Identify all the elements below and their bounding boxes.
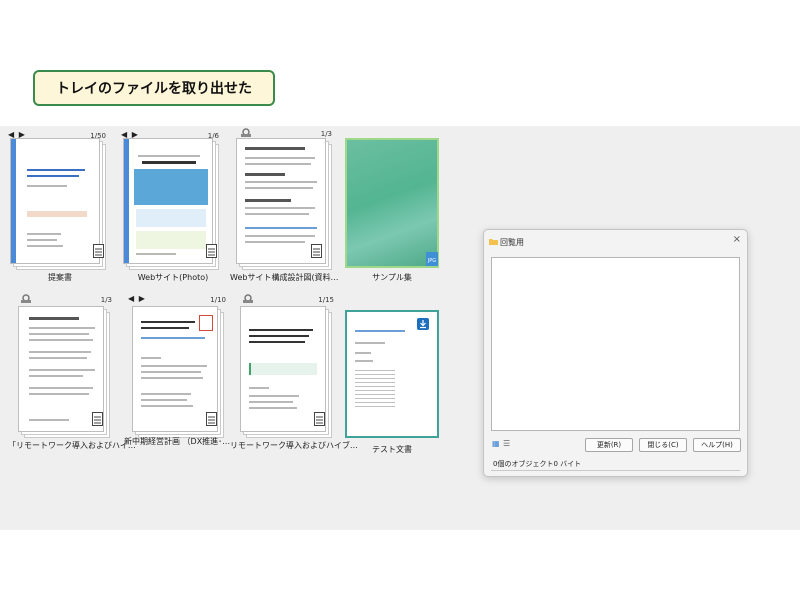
document-icon bbox=[206, 412, 217, 426]
file-card-test-doc[interactable]: テスト文書 bbox=[345, 310, 440, 454]
instruction-banner: トレイのファイルを取り出せた bbox=[33, 70, 275, 106]
download-icon bbox=[417, 318, 429, 330]
page-nav-arrows[interactable]: ◀ ▶ bbox=[128, 294, 146, 303]
file-label: テスト文書 bbox=[372, 445, 412, 454]
close-icon[interactable]: × bbox=[733, 234, 741, 245]
folder-icon bbox=[489, 239, 498, 245]
page-count: 1/3 bbox=[100, 296, 112, 304]
list-view-icon[interactable]: ☰ bbox=[503, 439, 510, 448]
file-card-sample[interactable]: JPG サンプル集 bbox=[345, 138, 440, 282]
file-card-remote-work-1[interactable]: 1/3 「リモートワーク導入およびハイ… bbox=[8, 294, 136, 450]
stamp bbox=[199, 315, 213, 331]
document-icon bbox=[314, 412, 325, 426]
refresh-button[interactable]: 更新(R) bbox=[585, 438, 633, 452]
circulation-dialog[interactable]: 回覧用 × ▦ ☰ 更新(R) 閉じる(C) ヘルプ(H) 0個のオブジェクト0… bbox=[483, 229, 748, 477]
document-thumbnail bbox=[123, 138, 213, 264]
help-button[interactable]: ヘルプ(H) bbox=[693, 438, 741, 452]
image-thumbnail bbox=[345, 138, 439, 268]
document-icon bbox=[206, 244, 217, 258]
clip-icon bbox=[21, 294, 31, 303]
grid-view-icon[interactable]: ▦ bbox=[492, 439, 500, 448]
file-card-teian[interactable]: ◀ ▶ 1/50 提案書 bbox=[8, 130, 108, 282]
image-file-icon: JPG bbox=[426, 252, 438, 266]
file-label: 提案書 bbox=[48, 273, 72, 282]
file-card-website-design[interactable]: 1/3 Webサイト構成設計図(資料… bbox=[230, 128, 339, 282]
file-label: 「リモートワーク導入およびハイ… bbox=[8, 441, 136, 450]
document-icon bbox=[93, 244, 104, 258]
svg-text:JPG: JPG bbox=[427, 258, 436, 264]
page-count: 1/3 bbox=[320, 130, 332, 138]
file-card-midterm-plan[interactable]: ◀ ▶ 1/10 新中期経営計画 （DX推進･… bbox=[124, 294, 230, 450]
page-count: 1/15 bbox=[318, 296, 334, 304]
clip-icon bbox=[241, 128, 251, 137]
file-card-remote-work-2[interactable]: 1/15 リモートワーク導入およびハイブ… bbox=[230, 294, 358, 450]
clip-icon bbox=[243, 294, 253, 303]
page-count: 1/10 bbox=[210, 296, 226, 304]
close-button[interactable]: 閉じる(C) bbox=[639, 438, 687, 452]
document-icon bbox=[311, 244, 322, 258]
document-icon bbox=[92, 412, 103, 426]
file-card-website-photo[interactable]: ◀ ▶ 1/6 Webサイト(Photo) bbox=[121, 130, 221, 282]
dialog-content-area[interactable] bbox=[491, 257, 740, 431]
document-thumbnail bbox=[10, 138, 100, 264]
file-label: 新中期経営計画 （DX推進･… bbox=[124, 437, 231, 446]
file-label: Webサイト(Photo) bbox=[137, 273, 209, 282]
dialog-title: 回覧用 bbox=[500, 238, 524, 247]
file-label: Webサイト構成設計図(資料… bbox=[230, 273, 339, 282]
file-label: サンプル集 bbox=[372, 273, 412, 282]
status-text: 0個のオブジェクト0 バイト bbox=[493, 460, 582, 468]
status-divider bbox=[491, 470, 740, 471]
file-label: リモートワーク導入およびハイブ… bbox=[230, 441, 358, 450]
